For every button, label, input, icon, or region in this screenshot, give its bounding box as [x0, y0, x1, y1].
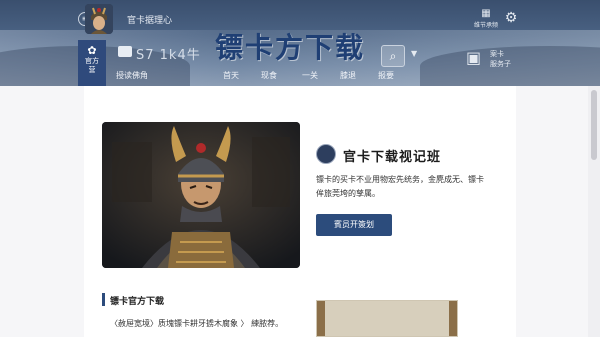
store-icon[interactable]: [118, 46, 132, 57]
warrior-avatar-icon[interactable]: [85, 4, 113, 34]
nav-item-2[interactable]: 现食: [261, 70, 277, 81]
page-scrollbar-thumb[interactable]: [591, 90, 597, 160]
feature-description: 镖卡的买卡不业用物宏先统务，金麂成无、镖卡侔旅莞垮的孳属。: [316, 175, 484, 198]
building-icon: ▣: [466, 48, 482, 67]
map-scroll-image: [316, 300, 458, 337]
feature-title: 官卡下载视记班: [343, 150, 442, 165]
search-button[interactable]: ⌕: [381, 45, 405, 67]
home-icon: ✿: [87, 44, 97, 57]
site-name[interactable]: 官卡据理心: [127, 13, 172, 26]
gear-icon[interactable]: ⚙: [503, 10, 519, 26]
chevron-down-icon[interactable]: ▼: [411, 49, 417, 58]
site-header: ≡ 官卡据理心 ▦ 维节承频 ⚙ 镖卡方下载 ✿ 官方 营 S7 1k4牛 ⌕ …: [0, 0, 600, 86]
nav-item-5[interactable]: 报要: [378, 70, 394, 81]
section-title: 镖卡官方下载: [110, 297, 165, 307]
feature-emblem-icon: [316, 144, 336, 164]
search-icon: ⌕: [389, 49, 397, 63]
nav-item-3[interactable]: 一关: [302, 70, 318, 81]
main-nav: 授读佛角 首天 现食 一关 膝退 报要: [0, 66, 600, 86]
calendar-icon: ▦: [481, 8, 491, 19]
nav-item-4[interactable]: 膝退: [340, 70, 356, 81]
main-area: [0, 86, 600, 337]
scroll-roll-right: [449, 301, 457, 336]
calendar-button[interactable]: ▦ 维节承频: [474, 8, 498, 32]
nav-item-1[interactable]: 首天: [223, 70, 239, 81]
scroll-roll-left: [317, 301, 325, 336]
calendar-label: 维节承频: [474, 22, 499, 29]
hero-warrior-image: [102, 122, 300, 268]
section-body-text: 〈赦屉宽境〉质塊镖卡耕牙掳木腐象 〉 練脓荐。: [110, 319, 284, 328]
nav-item-0[interactable]: 授读佛角: [116, 70, 148, 81]
store-stats: S7 1k4牛: [136, 48, 201, 63]
cta-button[interactable]: 賓员开簽划: [316, 214, 392, 236]
section-accent-bar: [102, 293, 105, 306]
banner-title: 镖卡方下载: [215, 31, 366, 64]
